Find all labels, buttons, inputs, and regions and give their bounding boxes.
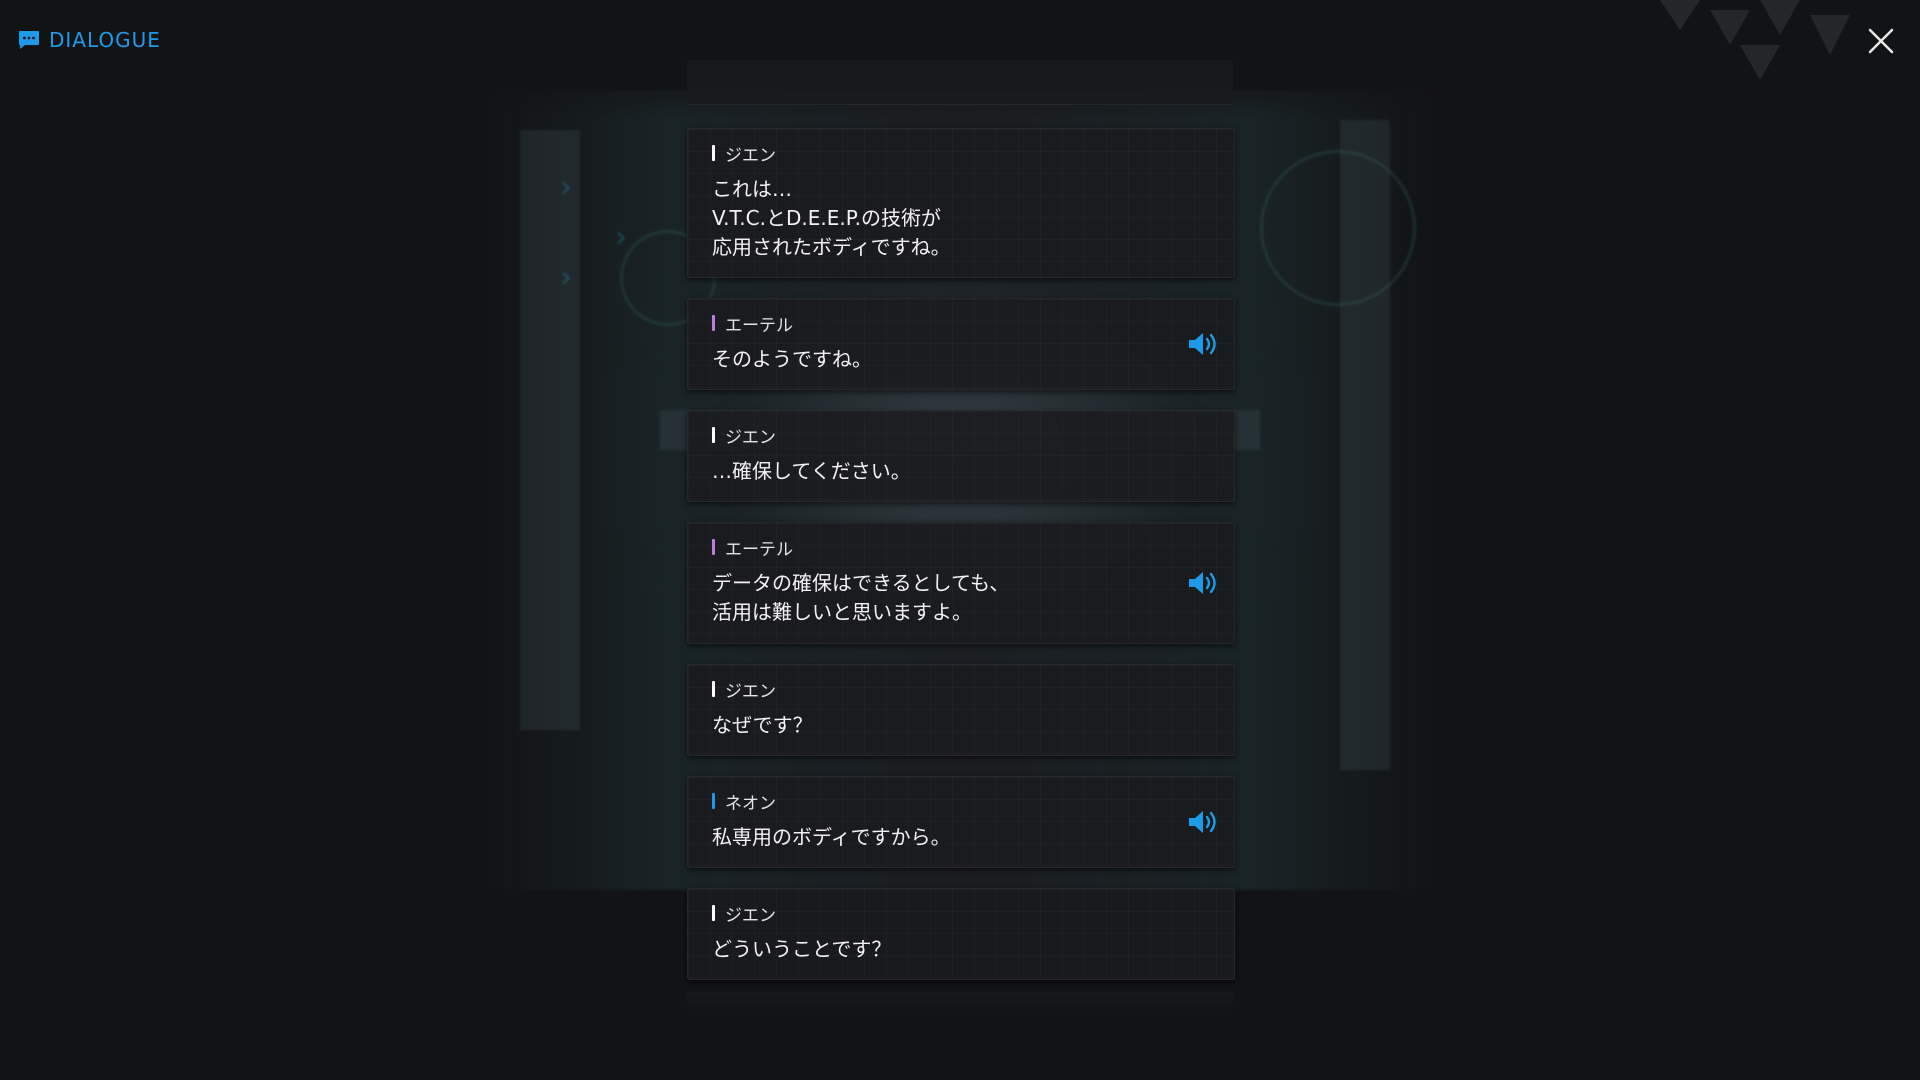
scene-pillar-left — [520, 130, 580, 730]
scene-chevron: › — [560, 170, 572, 205]
dialogue-text: これは… V.T.C.とD.E.E.P.の技術が 応用されたボディですね。 — [712, 177, 951, 259]
speaker-tag: ネオン — [712, 791, 776, 814]
dialogue-text: データの確保はできるとしても、 活用は難しいと思いますよ。 — [712, 571, 1010, 624]
speaker-color-bar — [712, 427, 715, 443]
speaker-tag: ジエン — [712, 679, 776, 702]
speaker-color-bar — [712, 315, 715, 331]
dialogue-text: どういうことです？ — [712, 937, 892, 961]
chat-bubble-icon — [19, 31, 39, 49]
speaker-name: ジエン — [725, 681, 776, 702]
page-title: DIALOGUE — [49, 28, 161, 52]
dialogue-text: なぜです？ — [712, 713, 813, 737]
corner-decoration — [1660, 0, 1850, 80]
dialogue-entry: ジエン …確保してください。 — [687, 410, 1235, 502]
partial-entry-bottom — [687, 992, 1233, 1012]
dialogue-text: そのようですね。 — [712, 347, 872, 371]
close-icon[interactable] — [1864, 24, 1898, 58]
speaker-name: エーテル — [725, 539, 793, 560]
dialogue-log-screen: › › › DIALOGUE ジエン これは… V.T.C.とD.E.E.P.の… — [0, 0, 1920, 1080]
speaker-color-bar — [712, 681, 715, 697]
header: DIALOGUE — [18, 28, 161, 52]
scene-ring — [1260, 150, 1416, 306]
speaker-name: ネオン — [725, 793, 776, 814]
voice-play-icon[interactable] — [1186, 807, 1222, 837]
speaker-tag: ジエン — [712, 425, 776, 448]
speaker-color-bar — [712, 539, 715, 555]
speaker-name: ジエン — [725, 427, 776, 448]
speaker-color-bar — [712, 905, 715, 921]
speaker-color-bar — [712, 793, 715, 809]
voice-play-icon[interactable] — [1186, 568, 1222, 598]
speaker-name: ジエン — [725, 145, 776, 166]
scene-chevron: › — [560, 260, 572, 295]
speaker-color-bar — [712, 145, 715, 161]
voice-play-icon[interactable] — [1186, 329, 1222, 359]
dialogue-entry: エーテルそのようですね。 — [687, 298, 1235, 390]
speaker-tag: ジエン — [712, 143, 776, 166]
dialogue-text: …確保してください。 — [712, 459, 911, 483]
dialogue-list[interactable]: ジエン これは… V.T.C.とD.E.E.P.の技術が 応用されたボディですね。… — [687, 0, 1235, 1080]
dialogue-text: 私専用のボディですから。 — [712, 825, 951, 849]
dialogue-entry: ネオン私専用のボディですから。 — [687, 776, 1235, 868]
speaker-tag: ジエン — [712, 903, 776, 926]
partial-entry-top — [687, 60, 1233, 105]
speaker-tag: エーテル — [712, 537, 793, 560]
dialogue-entry: ジエンこれは… V.T.C.とD.E.E.P.の技術が 応用されたボディですね。 — [687, 128, 1235, 278]
speaker-name: ジエン — [725, 905, 776, 926]
speaker-name: エーテル — [725, 315, 793, 336]
scene-chevron: › — [615, 220, 627, 255]
speaker-tag: エーテル — [712, 313, 793, 336]
dialogue-entry: ジエンどういうことです？ — [687, 888, 1235, 980]
dialogue-entry: ジエンなぜです？ — [687, 664, 1235, 756]
dialogue-entry: エーテルデータの確保はできるとしても、 活用は難しいと思いますよ。 — [687, 522, 1235, 644]
